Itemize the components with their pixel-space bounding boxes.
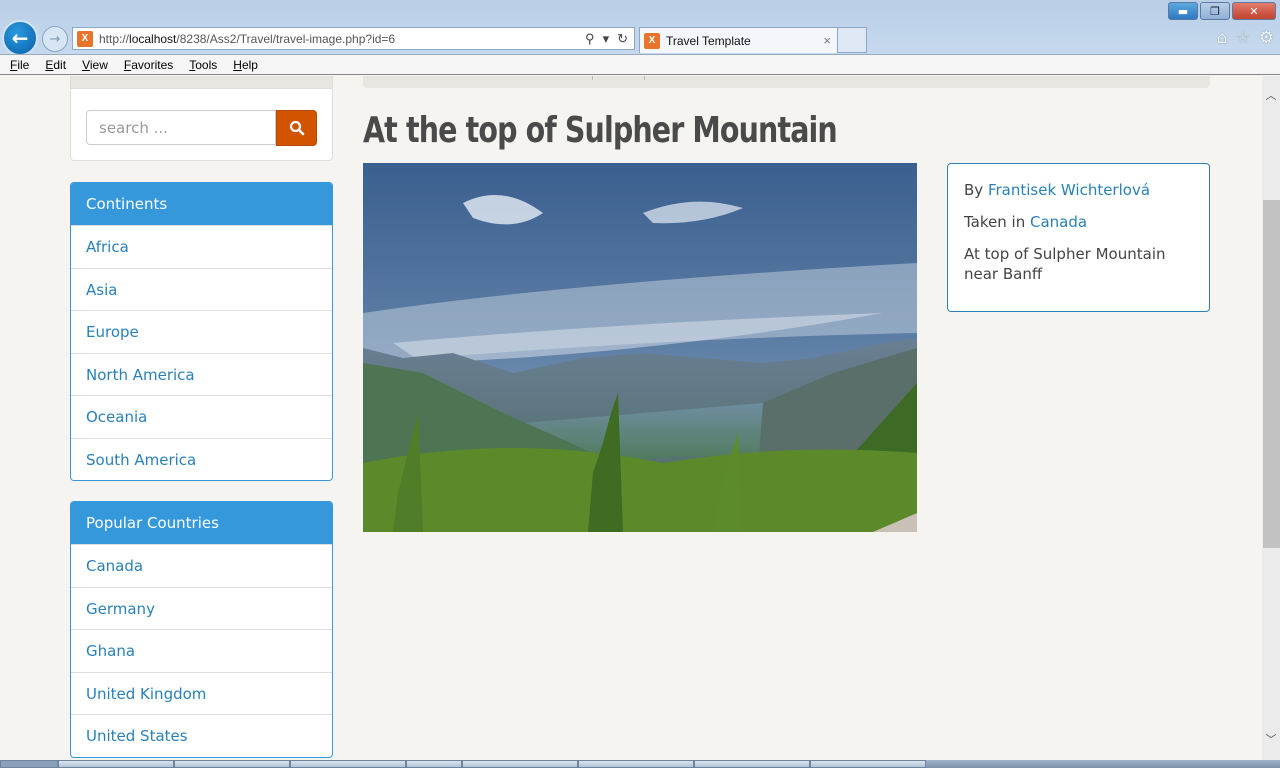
page-viewport: Search Continents Africa Asia Europe Nor… xyxy=(0,76,1262,760)
minimize-button[interactable]: ▬ xyxy=(1168,2,1198,20)
menu-tools[interactable]: Tools xyxy=(189,58,217,72)
url-path: /8238/Ass2/Travel/travel-image.php?id=6 xyxy=(176,31,396,46)
country-link[interactable]: Canada xyxy=(71,544,332,587)
taskbar-item[interactable] xyxy=(578,760,694,768)
search-button[interactable] xyxy=(276,110,317,146)
taskbar-item[interactable] xyxy=(290,760,406,768)
taskbar-item[interactable] xyxy=(406,760,462,768)
location-line: Taken in Canada xyxy=(964,212,1193,232)
continent-link[interactable]: North America xyxy=(71,352,332,396)
windows-taskbar xyxy=(0,760,1280,768)
address-bar[interactable]: X http://localhost/8238/Ass2/Travel/trav… xyxy=(72,27,635,50)
window-controls: ▬ ❐ ✕ xyxy=(1168,2,1276,20)
country-link[interactable]: United States xyxy=(71,714,332,757)
taskbar-item[interactable] xyxy=(58,760,174,768)
menu-file[interactable]: File xyxy=(10,58,29,72)
continent-link[interactable]: Oceania xyxy=(71,395,332,438)
continent-link[interactable]: Africa xyxy=(71,225,332,268)
menu-view[interactable]: View xyxy=(82,58,108,72)
start-button[interactable] xyxy=(0,760,58,768)
tab-travel-template[interactable]: X Travel Template × xyxy=(639,27,838,53)
country-link[interactable]: Germany xyxy=(71,586,332,630)
country-link[interactable]: Canada xyxy=(1030,213,1087,231)
menu-help[interactable]: Help xyxy=(233,58,258,72)
country-link[interactable]: Ghana xyxy=(71,629,332,672)
popular-countries-panel: Popular Countries Canada Germany Ghana U… xyxy=(70,501,333,758)
author-link[interactable]: Frantisek Wichterlová xyxy=(988,181,1150,199)
url-scheme: http:// xyxy=(99,31,130,46)
by-label: By xyxy=(964,181,984,199)
search-panel: Search xyxy=(70,76,333,161)
taskbar-item[interactable] xyxy=(694,760,810,768)
taken-in-label: Taken in xyxy=(964,213,1026,231)
favorites-star-icon[interactable]: ☆ xyxy=(1236,28,1251,48)
mountain-landscape-image xyxy=(363,163,917,532)
popular-countries-heading: Popular Countries xyxy=(71,502,332,544)
url-text[interactable]: http://localhost/8238/Ass2/Travel/travel… xyxy=(99,32,395,46)
breadcrumb xyxy=(363,76,1210,88)
taskbar-item[interactable] xyxy=(174,760,290,768)
page-title: At the top of Sulpher Mountain xyxy=(363,110,838,151)
new-tab-button[interactable] xyxy=(838,27,867,53)
xampp-favicon-icon: X xyxy=(644,32,660,49)
breadcrumb-divider xyxy=(592,76,593,80)
back-arrow-icon: ← xyxy=(11,26,29,50)
settings-gear-icon[interactable]: ⚙ xyxy=(1259,28,1274,48)
menu-edit[interactable]: Edit xyxy=(45,58,66,72)
travel-photo[interactable] xyxy=(363,163,917,532)
close-window-button[interactable]: ✕ xyxy=(1232,2,1276,20)
url-host: localhost xyxy=(129,31,177,46)
continent-link[interactable]: Asia xyxy=(71,267,332,311)
scroll-down-arrow-icon[interactable]: ﹀ xyxy=(1262,730,1280,748)
forward-button[interactable]: → xyxy=(42,26,68,52)
taskbar-item[interactable] xyxy=(810,760,926,768)
photo-description: At top of Sulpher Mountain near Banff xyxy=(964,245,1166,283)
magnifier-icon xyxy=(289,120,304,136)
menu-favorites[interactable]: Favorites xyxy=(124,58,173,72)
continent-link[interactable]: Europe xyxy=(71,310,332,353)
scrollbar-thumb[interactable] xyxy=(1263,200,1280,548)
browser-chrome: ▬ ❐ ✕ ← → X http://localhost/8238/Ass2/T… xyxy=(0,0,1280,56)
photo-details-panel: By Frantisek Wichterlová Taken in Canada… xyxy=(947,163,1210,312)
menu-bar: File Edit View Favorites Tools Help xyxy=(0,54,1280,75)
vertical-scrollbar[interactable]: ︿ ﹀ xyxy=(1262,76,1280,760)
back-button[interactable]: ← xyxy=(2,20,38,56)
breadcrumb-divider xyxy=(644,76,645,80)
country-link[interactable]: United Kingdom xyxy=(71,671,332,715)
author-line: By Frantisek Wichterlová xyxy=(964,180,1193,200)
restore-button[interactable]: ❐ xyxy=(1200,2,1230,20)
tab-title: Travel Template xyxy=(666,33,751,48)
taskbar-item[interactable] xyxy=(462,760,578,768)
scroll-up-arrow-icon[interactable]: ︿ xyxy=(1262,86,1280,104)
dropdown-icon[interactable]: ▾ xyxy=(603,31,610,47)
search-input[interactable] xyxy=(86,110,276,145)
search-heading: Search xyxy=(71,76,332,89)
home-icon[interactable]: ⌂ xyxy=(1217,28,1228,48)
continent-link[interactable]: South America xyxy=(71,437,332,481)
refresh-icon[interactable]: ↻ xyxy=(617,31,628,47)
forward-arrow-icon: → xyxy=(49,31,61,47)
continents-panel: Continents Africa Asia Europe North Amer… xyxy=(70,182,333,481)
xampp-favicon-icon: X xyxy=(77,30,93,47)
continents-heading: Continents xyxy=(71,183,332,225)
search-icon[interactable]: ⚲ xyxy=(585,31,595,47)
close-tab-icon[interactable]: × xyxy=(823,33,831,48)
